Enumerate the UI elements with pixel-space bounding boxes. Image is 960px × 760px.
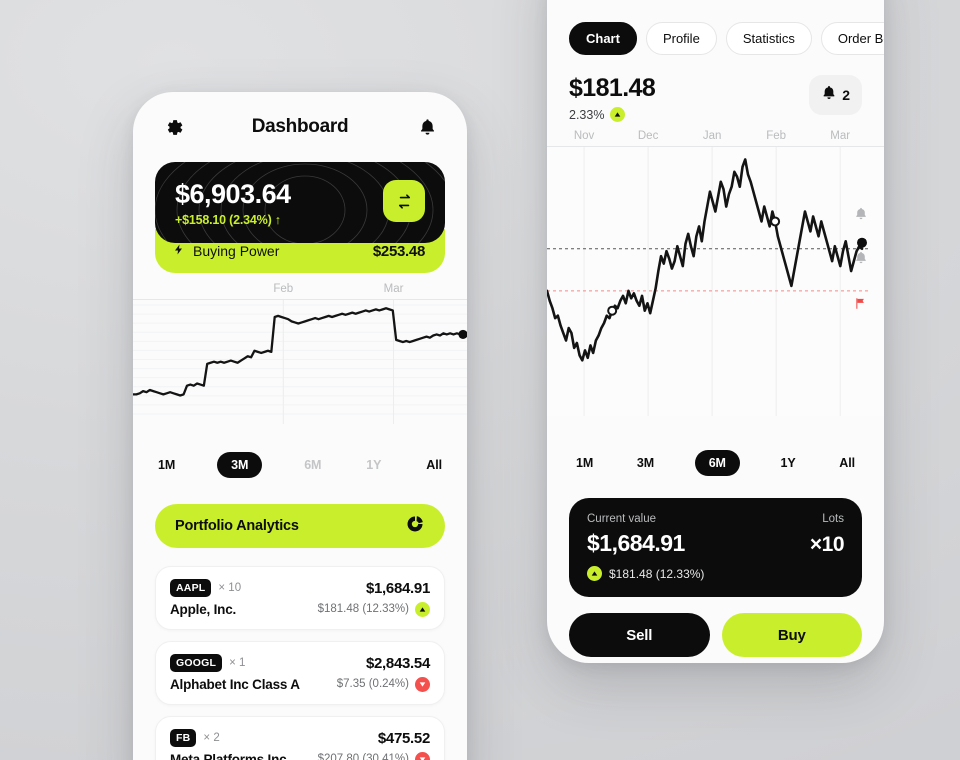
chart-month-labels: Feb Mar — [133, 283, 467, 297]
ticker-badge: AAPL — [170, 579, 212, 598]
table-row[interactable]: FB × 2 Meta Platforms Inc $475.52 $207.8… — [155, 716, 445, 760]
buy-button[interactable]: Buy — [721, 613, 862, 658]
bolt-icon — [173, 241, 185, 261]
alerts-button[interactable]: 2 — [809, 75, 862, 115]
month-label: Mar — [383, 283, 404, 296]
buying-power-label: Buying Power — [193, 243, 280, 260]
holdings-list: AAPL × 10 Apple, Inc. $1,684.91 $181.48 … — [155, 566, 445, 760]
trend-up-icon — [587, 566, 602, 582]
page-title: Dashboard — [251, 116, 349, 137]
buying-power-value: $253.48 — [372, 242, 425, 260]
trade-actions: Sell Buy — [569, 613, 862, 658]
balance-card: $6,903.64 +$158.10 (2.34%) ↑ — [155, 162, 445, 244]
balance-amount: $6,903.64 — [175, 179, 291, 209]
month-label: Feb — [273, 283, 294, 296]
range-1m[interactable]: 1M — [573, 450, 596, 476]
range-1y[interactable]: 1Y — [778, 450, 799, 476]
trend-down-icon — [415, 676, 430, 692]
lots-label: Lots — [822, 513, 844, 526]
detail-tabs: Chart Profile Statistics Order Book — [547, 0, 884, 55]
quantity: × 10 — [218, 582, 242, 595]
position-value: $1,684.91 — [587, 530, 685, 557]
price-percent: 2.33% — [569, 107, 605, 122]
position-lots: ×10 — [809, 533, 845, 557]
range-all[interactable]: All — [836, 450, 858, 476]
range-selector-left: 1M 3M 6M 1Y All — [133, 436, 467, 479]
range-3m[interactable]: 3M — [634, 450, 657, 476]
range-selector-right: 1M 3M 6M 1Y All — [547, 442, 884, 477]
range-1m[interactable]: 1M — [155, 452, 178, 478]
dashboard-header: Dashboard — [133, 92, 467, 162]
ticker-badge: FB — [170, 729, 197, 748]
analytics-label: Portfolio Analytics — [175, 518, 299, 535]
portfolio-chart[interactable]: Feb Mar — [133, 283, 467, 425]
chart-alert-markers — [854, 130, 876, 442]
chart-canvas — [133, 299, 467, 425]
bell-icon[interactable] — [415, 114, 441, 140]
trend-down-icon — [415, 751, 430, 760]
position-card: Current value Lots $1,684.91 ×10 $181.48… — [569, 498, 862, 598]
price-header: $181.48 2.33% 2 — [547, 55, 884, 123]
company-name: Meta Platforms Inc — [170, 752, 287, 760]
tab-profile[interactable]: Profile — [645, 22, 717, 55]
holding-value: $1,684.91 — [365, 579, 430, 597]
bell-marker-icon[interactable] — [854, 206, 868, 226]
pie-chart-icon — [405, 514, 425, 539]
trend-up-icon — [415, 601, 430, 617]
holding-change: $7.35 (0.24%) — [336, 678, 409, 691]
tab-chart[interactable]: Chart — [569, 22, 637, 55]
tab-order-book[interactable]: Order Book — [820, 22, 884, 55]
flag-marker-icon[interactable] — [854, 296, 868, 316]
balance-section: $6,903.64 +$158.10 (2.34%) ↑ Buying Powe… — [155, 162, 445, 274]
bell-marker-icon[interactable] — [854, 250, 868, 270]
ticker-badge: GOOGL — [170, 654, 223, 673]
holding-value: $475.52 — [377, 729, 430, 747]
holding-value: $2,843.54 — [365, 654, 430, 672]
current-price: $181.48 — [569, 74, 656, 102]
chart-canvas — [547, 146, 884, 417]
swap-icon[interactable] — [383, 180, 425, 222]
holding-change: $181.48 (12.33%) — [317, 603, 409, 616]
range-all[interactable]: All — [423, 452, 445, 478]
gear-icon[interactable] — [159, 114, 185, 140]
balance-delta: +$158.10 (2.34%) ↑ — [175, 213, 281, 228]
sell-button[interactable]: Sell — [569, 613, 710, 658]
range-3m[interactable]: 3M — [217, 452, 263, 479]
quantity: × 2 — [203, 732, 220, 745]
current-value-label: Current value — [587, 513, 657, 526]
bell-icon — [821, 84, 837, 106]
asset-detail-phone-frame: Chart Profile Statistics Order Book $181… — [547, 0, 884, 663]
company-name: Apple, Inc. — [170, 602, 237, 618]
range-6m[interactable]: 6M — [694, 450, 740, 477]
table-row[interactable]: AAPL × 10 Apple, Inc. $1,684.91 $181.48 … — [155, 566, 445, 631]
table-row[interactable]: GOOGL × 1 Alphabet Inc Class A $2,843.54… — [155, 641, 445, 706]
position-change: $181.48 (12.33%) — [609, 566, 705, 581]
alerts-count: 2 — [842, 87, 850, 103]
trend-up-icon — [610, 107, 626, 123]
range-1y[interactable]: 1Y — [363, 452, 384, 478]
tab-statistics[interactable]: Statistics — [725, 22, 812, 55]
portfolio-analytics-button[interactable]: Portfolio Analytics — [155, 504, 445, 549]
holding-change: $207.80 (30.41%) — [317, 753, 409, 760]
company-name: Alphabet Inc Class A — [170, 677, 300, 693]
price-chart[interactable]: Nov Dec Jan Feb Mar — [547, 130, 884, 442]
range-6m[interactable]: 6M — [301, 452, 324, 478]
dashboard-phone-frame: Dashboard $6,903.64 +$158.10 (2.34%) ↑ B… — [133, 92, 467, 760]
quantity: × 1 — [229, 657, 246, 670]
